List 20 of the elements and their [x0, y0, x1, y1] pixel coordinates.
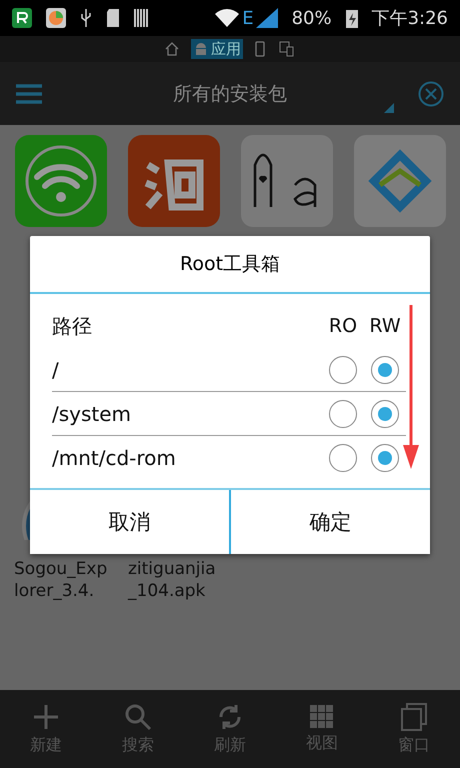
toolbar-button[interactable]: 视图 — [300, 704, 344, 754]
apps-tab[interactable]: 应用 — [191, 39, 243, 59]
mount-path: /mnt/cd-rom — [52, 446, 177, 470]
toolbar-button[interactable]: 刷新 — [208, 702, 252, 756]
network-type: E — [242, 8, 254, 28]
app-name: zitiguanjia _104.apk — [128, 558, 217, 602]
toolbar-button[interactable]: 搜索 — [116, 702, 160, 756]
column-header: RW — [368, 315, 402, 337]
toolbar-button[interactable]: 新建 — [24, 702, 68, 756]
column-header: 路径 — [52, 312, 93, 340]
app-name: Sogou_Exp lorer_3.4. — [14, 558, 108, 602]
column-header: RO — [328, 315, 358, 337]
confirm-button[interactable]: 确定 — [229, 490, 430, 554]
mount-path: /system — [52, 402, 132, 426]
mount-path: / — [52, 358, 60, 382]
clock: 下午3:26 — [372, 7, 448, 30]
dialog-title: Root工具箱 — [30, 236, 430, 294]
toolbar-button[interactable]: 窗口 — [392, 702, 436, 756]
cancel-button[interactable]: 取消 — [30, 490, 229, 554]
battery-percent: 80% — [292, 8, 332, 28]
